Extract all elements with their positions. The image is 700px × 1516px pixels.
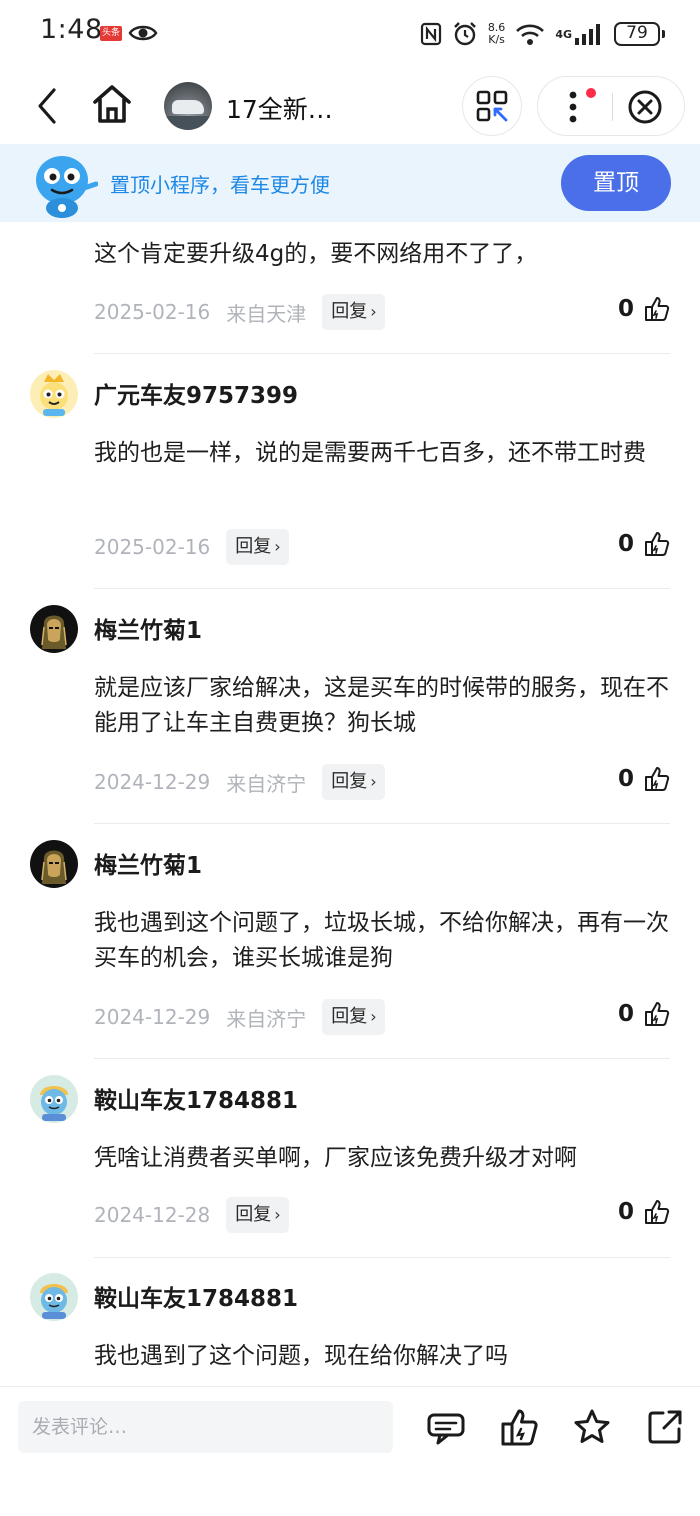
thumbs-up-icon	[645, 1002, 670, 1026]
comment-text: 我也遇到了这个问题，现在给你解决了吗	[94, 1343, 508, 1369]
pharaoh-avatar-icon	[41, 615, 67, 649]
eye-icon	[128, 25, 158, 41]
comment-text: 我的也是一样，说的是需要两千七百多，还不带工时费	[94, 440, 646, 466]
thumbs-up-icon	[645, 532, 670, 556]
chevron-right-icon: ›	[274, 1205, 281, 1224]
avatar[interactable]	[30, 1075, 78, 1123]
bottom-action-bar: 发表评论…	[0, 1386, 700, 1516]
qr-code-icon	[476, 90, 508, 122]
like-button[interactable]: 0	[618, 531, 670, 557]
battery-indicator: 79	[614, 22, 665, 46]
notification-dot	[586, 88, 596, 98]
thumbs-up-icon[interactable]	[499, 1407, 539, 1447]
star-favorite-icon[interactable]	[572, 1407, 612, 1447]
comment-date: 2025-02-16	[94, 535, 211, 559]
network-type: 4G	[555, 27, 572, 41]
comment-username[interactable]: 梅兰竹菊1	[94, 611, 202, 645]
like-count: 0	[617, 1001, 634, 1027]
home-icon[interactable]	[90, 82, 134, 126]
pin-miniprogram-banner: 置顶小程序，看车更方便 置顶	[0, 144, 700, 222]
avatar[interactable]	[30, 840, 78, 888]
comment-text: 就是应该厂家给解决，这是买车的时候带的服务，现在不能用了让车主自费更换？狗长城	[94, 675, 669, 736]
like-count: 0	[617, 766, 634, 792]
comment-text: 这个肯定要升级4g的，要不网络用不了了，	[94, 241, 538, 267]
qr-scan-button[interactable]	[462, 76, 522, 136]
nav-bar: 17全新…	[0, 70, 700, 144]
avatar[interactable]	[30, 605, 78, 653]
capsule-divider	[612, 93, 613, 121]
signal-icon	[575, 24, 600, 45]
thumbs-up-icon	[645, 297, 670, 321]
chevron-right-icon: ›	[370, 772, 377, 791]
comment-divider	[94, 823, 670, 824]
more-options-icon[interactable]	[566, 90, 580, 124]
status-time: 1:48	[40, 14, 103, 45]
mascot-avatar-icon	[40, 1284, 68, 1319]
share-icon[interactable]	[645, 1407, 685, 1447]
comment-divider	[94, 1058, 670, 1059]
like-count: 0	[617, 1199, 634, 1225]
comment-date: 2025-02-16	[94, 300, 211, 324]
comment-username[interactable]: 鞍山车友1784881	[94, 1081, 298, 1115]
mascot-avatar-icon	[40, 1086, 68, 1121]
comment-meta: 2024-12-29 来自济宁 回复 ›	[94, 999, 385, 1035]
comment-divider	[94, 1257, 670, 1258]
close-circle-icon[interactable]	[627, 89, 663, 125]
comment-username[interactable]: 鞍山车友1784881	[94, 1279, 298, 1313]
comment-location: 来自天津	[226, 301, 307, 326]
comment-date: 2024-12-28	[94, 1203, 211, 1227]
like-button[interactable]: 0	[618, 1199, 670, 1225]
comment-meta: 2024-12-29 来自济宁 回复 ›	[94, 764, 385, 800]
chevron-right-icon: ›	[370, 302, 377, 321]
avatar[interactable]	[30, 370, 78, 418]
wifi-icon	[516, 24, 545, 45]
like-button[interactable]: 0	[618, 1001, 670, 1027]
like-button[interactable]: 0	[618, 296, 670, 322]
comment-text: 凭啥让消费者买单啊，厂家应该免费升级才对啊	[94, 1145, 577, 1171]
network-speed: 8.6 K/s	[487, 21, 506, 46]
alarm-icon	[453, 22, 476, 46]
comment-date: 2024-12-29	[94, 770, 211, 794]
comment-divider	[94, 353, 670, 354]
comment-divider	[94, 588, 670, 589]
comment-list[interactable]: 这个肯定要升级4g的，要不网络用不了了， 2025-02-16 来自天津 回复 ›…	[0, 222, 700, 1386]
back-icon[interactable]	[32, 86, 64, 126]
comment-text: 我也遇到这个问题了，垃圾长城，不给你解决，再有一次买车的机会，谁买长城谁是狗	[94, 910, 669, 971]
comment-location: 来自济宁	[226, 1006, 307, 1031]
comment-input[interactable]: 发表评论…	[18, 1401, 393, 1453]
like-count: 0	[617, 531, 634, 557]
page-title: 17全新…	[226, 95, 333, 124]
car-thumbnail-avatar[interactable]	[164, 82, 212, 130]
comment-username[interactable]: 广元车友9757399	[94, 376, 298, 410]
chevron-right-icon: ›	[370, 1007, 377, 1026]
thumbs-up-icon	[645, 767, 670, 791]
comment-meta: 2025-02-16 回复 ›	[94, 529, 289, 565]
status-bar: 1:48 头条 8.6 K/s 4G 79	[0, 0, 700, 70]
mascot-avatar-icon	[40, 374, 68, 416]
nfc-icon	[420, 22, 441, 46]
reply-button[interactable]: 回复 ›	[322, 999, 385, 1035]
like-button[interactable]: 0	[618, 766, 670, 792]
comment-meta: 2024-12-28 回复 ›	[94, 1197, 289, 1233]
reply-button[interactable]: 回复 ›	[226, 529, 289, 565]
comment-date: 2024-12-29	[94, 1005, 211, 1029]
mascot-icon	[36, 156, 98, 218]
avatar[interactable]	[30, 1273, 78, 1321]
comment-meta: 2025-02-16 来自天津 回复 ›	[94, 294, 385, 330]
thumbs-up-icon	[645, 1200, 670, 1224]
pin-button[interactable]: 置顶	[561, 155, 671, 211]
reply-button[interactable]: 回复 ›	[226, 1197, 289, 1233]
banner-text: 置顶小程序，看车更方便	[110, 173, 330, 197]
comment-location: 来自济宁	[226, 771, 307, 796]
like-count: 0	[617, 296, 634, 322]
reply-button[interactable]: 回复 ›	[322, 294, 385, 330]
news-app-icon: 头条	[100, 26, 122, 41]
reply-button[interactable]: 回复 ›	[322, 764, 385, 800]
comment-icon[interactable]	[426, 1407, 466, 1447]
comment-username[interactable]: 梅兰竹菊1	[94, 846, 202, 880]
miniprogram-capsule	[537, 76, 685, 136]
pharaoh-avatar-icon	[41, 850, 67, 884]
chevron-right-icon: ›	[274, 537, 281, 556]
